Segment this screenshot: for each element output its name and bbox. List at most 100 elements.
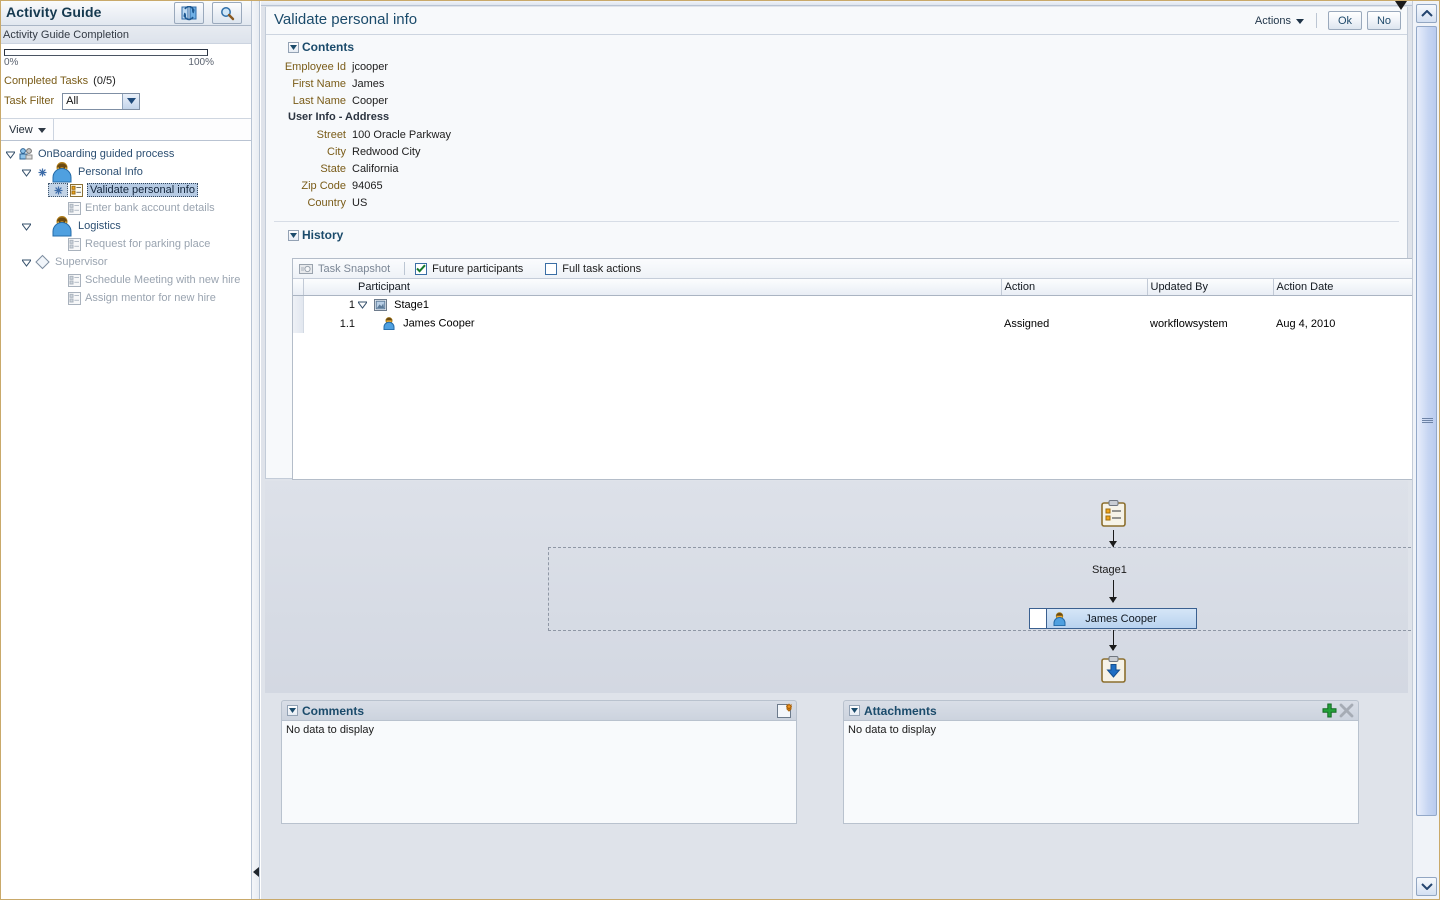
task-filter-label: Task Filter	[4, 95, 55, 107]
column-header-participant[interactable]: Participant	[355, 279, 1002, 296]
scrollbar-grip	[1422, 418, 1433, 424]
delete-icon[interactable]	[1339, 703, 1354, 718]
field-value: 94065	[352, 179, 383, 192]
cell-updated-by: workflowsystem	[1150, 317, 1228, 330]
tree-toolbar: View	[0, 119, 251, 141]
task-snapshot-button[interactable]: Task Snapshot	[299, 263, 390, 275]
add-comment-icon[interactable]	[776, 703, 792, 719]
field-value: James	[352, 77, 385, 90]
future-participants-checkbox[interactable]	[415, 262, 428, 275]
full-task-actions-checkbox-row[interactable]: Full task actions	[545, 262, 641, 275]
clipboard-start-icon[interactable]	[1101, 500, 1126, 530]
tree-group-supervisor[interactable]: Supervisor	[0, 253, 251, 271]
task-icon	[68, 237, 81, 251]
activity-guide-title: Activity Guide	[6, 4, 102, 20]
disclosure-toggle-icon[interactable]	[849, 705, 860, 716]
field-label: Last Name	[292, 94, 346, 107]
task-filter-value: All	[66, 94, 79, 107]
arrow-head	[1109, 597, 1117, 603]
row-gutter[interactable]	[293, 314, 304, 333]
field-row: City Redwood City	[266, 143, 1407, 160]
task-filter-row: Task Filter All	[0, 90, 251, 110]
actions-menu-button[interactable]: Actions	[1251, 13, 1310, 29]
tree-item-request-for-parking-place[interactable]: Request for parking place	[0, 235, 251, 253]
row-gutter[interactable]	[293, 295, 304, 314]
cell-participant: Stage1	[355, 295, 1001, 314]
scrollbar-thumb[interactable]	[1416, 26, 1437, 816]
chevron-down-icon[interactable]	[122, 93, 140, 109]
column-header-updated-by[interactable]: Updated By	[1147, 279, 1274, 296]
completed-tasks-label: Completed Tasks	[4, 75, 89, 87]
camera-icon	[299, 263, 313, 274]
no-button[interactable]: No	[1367, 11, 1401, 30]
actions-menu-label: Actions	[1254, 14, 1291, 27]
expand-toggle-icon[interactable]	[18, 222, 34, 231]
stage-label: Stage1	[1092, 564, 1127, 576]
comments-empty-text: No data to display	[286, 724, 375, 736]
column-header-action[interactable]: Action	[1001, 279, 1148, 296]
disclosure-toggle-icon[interactable]	[288, 41, 299, 53]
expand-toggle-icon[interactable]	[18, 258, 34, 267]
vertical-scrollbar[interactable]	[1412, 0, 1440, 900]
field-row: Country US	[266, 194, 1407, 211]
field-row: Last Name Cooper	[266, 92, 1407, 109]
progress-labels: 0% 100%	[4, 57, 214, 70]
task-icon	[68, 291, 81, 305]
comments-body: No data to display	[281, 720, 797, 824]
tree-item-validate-personal-info[interactable]: Validate personal info	[0, 181, 251, 199]
user-icon	[50, 215, 74, 237]
chevron-down-icon	[37, 124, 46, 136]
divider	[1316, 13, 1317, 28]
attachments-tools	[1322, 703, 1354, 718]
main-content: Validate personal info Actions Ok No Con…	[261, 0, 1440, 900]
expand-toggle-icon[interactable]	[2, 150, 18, 159]
add-icon[interactable]	[1322, 703, 1337, 718]
diagram-participant-node[interactable]: James Cooper	[1029, 608, 1197, 629]
table-row[interactable]: 1 Stage1	[293, 295, 1417, 314]
application-window: Activity Guide Activity Guide Completion…	[0, 0, 1440, 900]
task-filter-select[interactable]: All	[62, 92, 141, 110]
panel-splitter[interactable]	[252, 0, 260, 900]
field-value: jcooper	[352, 60, 389, 73]
tree-group-personal-info[interactable]: Personal Info	[0, 162, 251, 183]
tree-node-root[interactable]: OnBoarding guided process	[0, 145, 251, 163]
field-value: Redwood City	[352, 145, 421, 158]
future-participants-checkbox-row[interactable]: Future participants	[415, 262, 523, 275]
expand-toggle-icon[interactable]	[358, 300, 367, 310]
tree-item-label: Schedule Meeting with new hire	[85, 274, 241, 286]
tree-item-label: Assign mentor for new hire	[85, 292, 216, 304]
tree-item-label: Enter bank account details	[85, 202, 215, 214]
divider	[404, 262, 406, 275]
field-row: Zip Code 94065	[266, 177, 1407, 194]
node-handle[interactable]	[1030, 609, 1047, 628]
user-small-icon	[1053, 611, 1066, 626]
refresh-icon[interactable]	[174, 2, 204, 24]
table-row[interactable]: 1.1 James Cooper Assigned workflowsystem…	[293, 314, 1417, 333]
column-header-action-date[interactable]: Action Date	[1273, 279, 1417, 296]
cell-participant: James Cooper	[355, 314, 1001, 333]
ok-button[interactable]: Ok	[1328, 11, 1362, 30]
field-value: California	[352, 162, 399, 175]
divider	[274, 221, 1399, 222]
activity-guide-completion-label: Activity Guide Completion	[0, 26, 251, 44]
field-value: Cooper	[352, 94, 389, 107]
tree-group-logistics[interactable]: Logistics	[0, 215, 251, 237]
disclosure-toggle-icon[interactable]	[287, 705, 298, 716]
tree-item-enter-bank-account-details[interactable]: Enter bank account details	[0, 199, 251, 217]
tree-item-schedule-meeting[interactable]: Schedule Meeting with new hire	[0, 271, 251, 289]
page-title: Validate personal info	[274, 11, 418, 28]
field-label: Country	[307, 196, 346, 209]
clipboard-end-icon[interactable]	[1101, 656, 1126, 686]
search-icon[interactable]	[212, 2, 242, 24]
tree-item-assign-mentor[interactable]: Assign mentor for new hire	[0, 289, 251, 307]
scroll-up-button[interactable]	[1416, 4, 1437, 23]
history-section-header: History	[266, 226, 1407, 244]
disclosure-toggle-icon[interactable]	[288, 229, 299, 241]
full-task-actions-checkbox[interactable]	[545, 262, 558, 275]
cell-action	[1001, 295, 1147, 314]
collapse-panel-icon[interactable]	[252, 864, 260, 880]
expand-toggle-icon[interactable]	[18, 168, 34, 177]
scroll-down-button[interactable]	[1416, 877, 1437, 896]
view-menu-button[interactable]: View	[0, 119, 54, 140]
tree-root-label: OnBoarding guided process	[38, 148, 175, 160]
